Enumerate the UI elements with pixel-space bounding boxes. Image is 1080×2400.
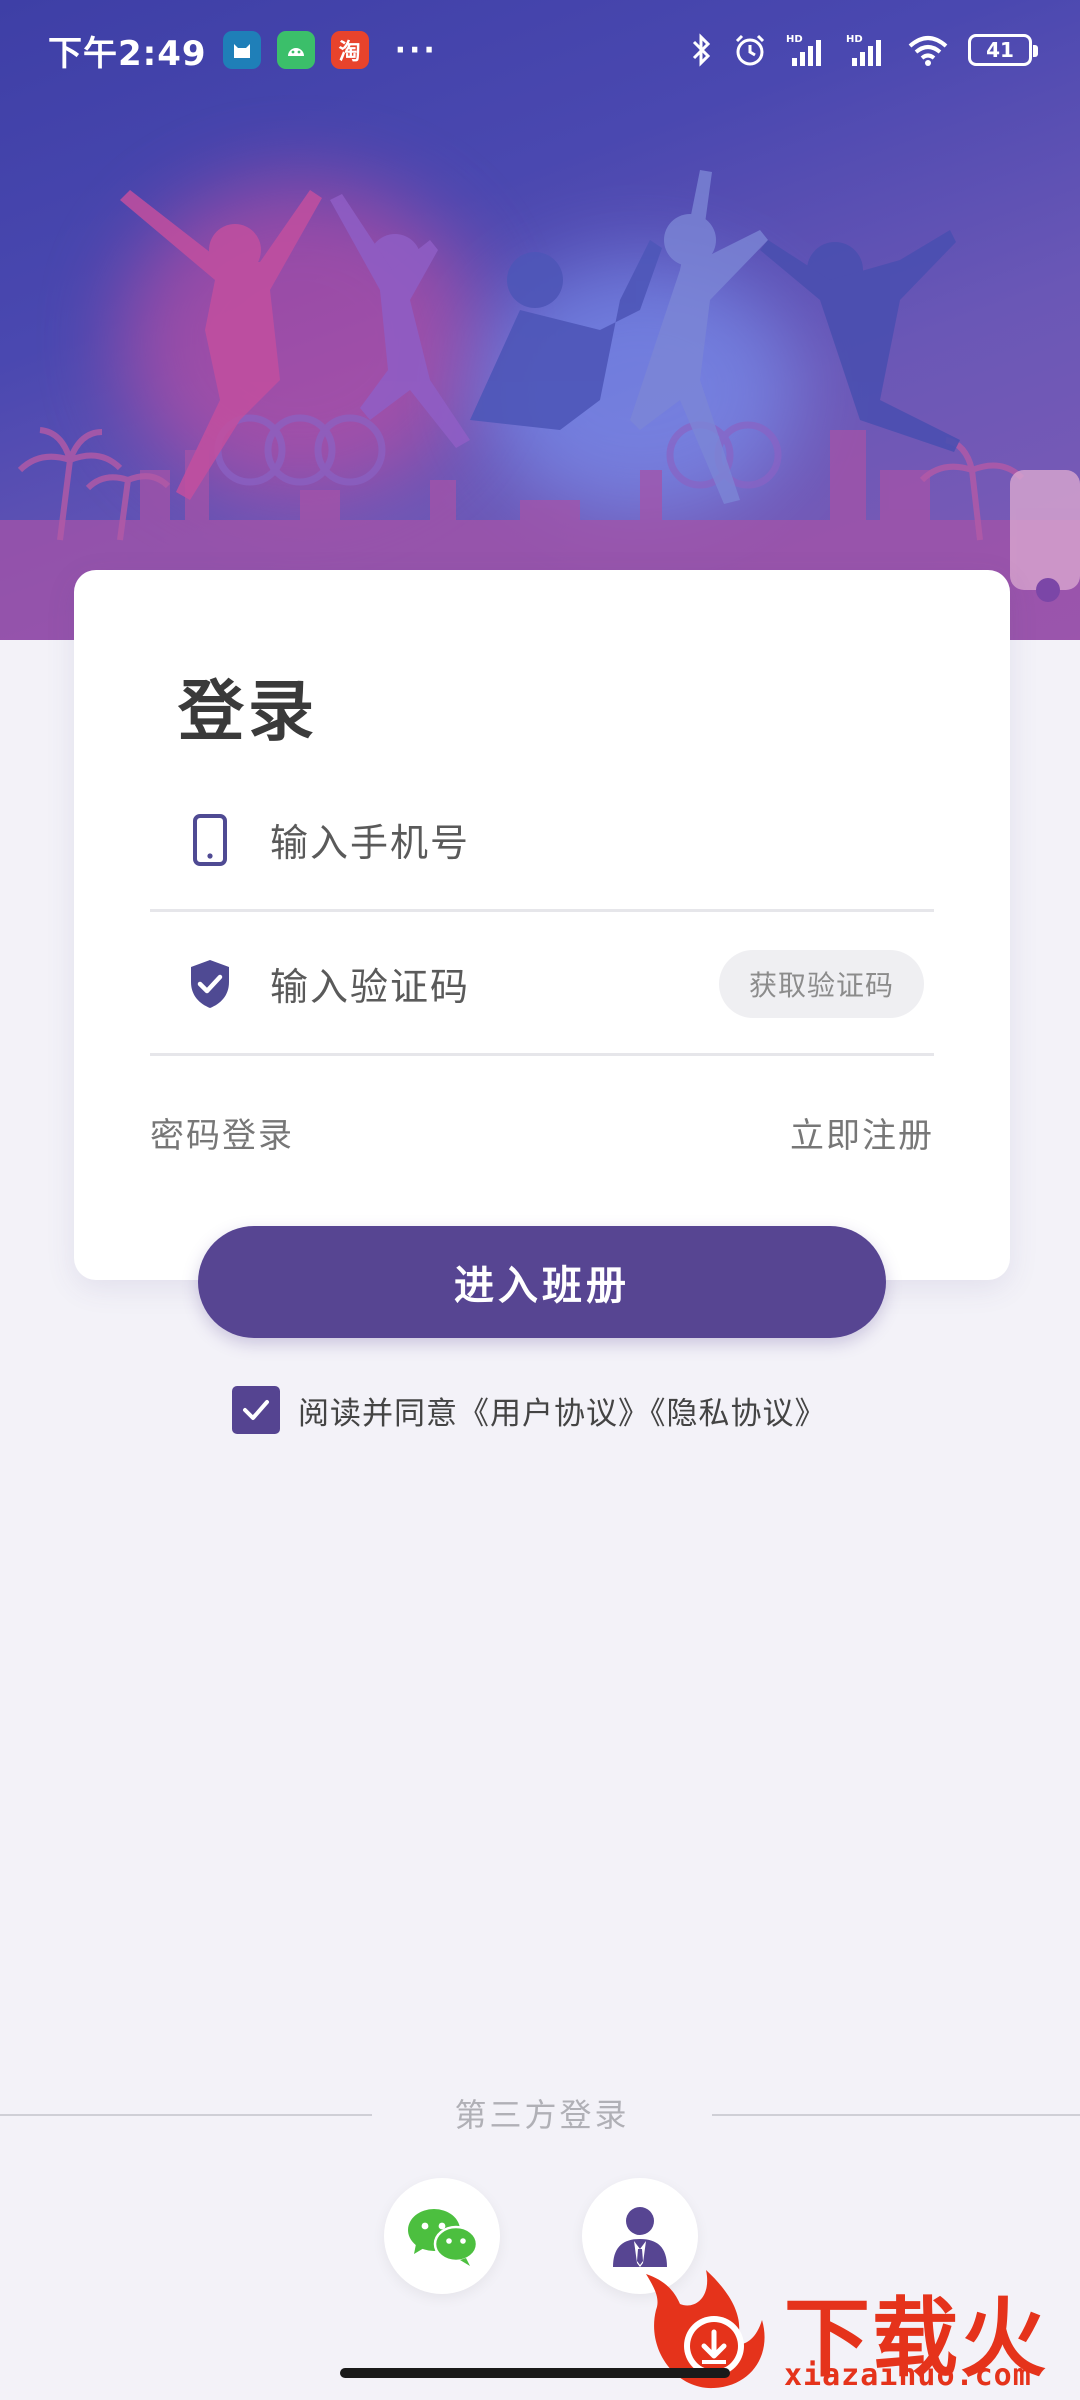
phone-field[interactable]: 输入手机号 — [150, 770, 934, 912]
more-notifications-icon: ··· — [394, 32, 438, 68]
register-link[interactable]: 立即注册 — [790, 1108, 934, 1157]
taobao-icon: 淘 — [330, 31, 369, 69]
phone-input[interactable]: 输入手机号 — [270, 812, 470, 867]
alarm-icon — [735, 34, 765, 66]
signal-hd-icon: HD — [786, 34, 821, 66]
login-card: 登录 输入手机号 输入验证码 获取验证码 密码登录 立即注册 — [74, 570, 1010, 1280]
phone-icon — [150, 813, 270, 867]
svg-text:HD: HD — [786, 34, 803, 45]
agreement-checkbox[interactable] — [232, 1386, 280, 1434]
battery-indicator: 41 — [968, 34, 1038, 66]
divider-left — [0, 2114, 372, 2116]
battery-level: 41 — [986, 38, 1014, 62]
svg-text:HD: HD — [846, 34, 863, 45]
code-field[interactable]: 输入验证码 获取验证码 — [150, 914, 934, 1056]
page-title: 登录 — [178, 673, 318, 750]
code-input[interactable]: 输入验证码 — [270, 956, 470, 1011]
watermark-domain: xiazaihuo.com — [784, 2358, 1032, 2393]
agreement-text[interactable]: 阅读并同意《用户协议》《隐私协议》 — [298, 1388, 827, 1433]
wechat-icon — [408, 2209, 479, 2266]
status-icons: HD HD 41 — [690, 32, 1038, 68]
shield-check-icon — [150, 958, 270, 1010]
check-icon — [243, 1400, 269, 1420]
third-party-label: 第三方登录 — [454, 2096, 630, 2134]
wifi-icon — [908, 36, 948, 66]
bluetooth-icon — [692, 33, 711, 67]
enter-button[interactable]: 进入班册 — [198, 1226, 886, 1338]
clock: 下午2:49 — [48, 33, 207, 74]
home-indicator[interactable] — [340, 2368, 730, 2378]
signal-hd-icon-2: HD — [846, 34, 881, 66]
password-login-link[interactable]: 密码登录 — [150, 1108, 294, 1157]
divider-right — [712, 2114, 1080, 2116]
agreement-row: 阅读并同意《用户协议》《隐私协议》 — [232, 1386, 827, 1434]
status-bar: 下午2:49 淘 ··· HD HD 41 — [0, 0, 1080, 100]
cat-app-icon — [222, 31, 261, 69]
wechat-login-button[interactable] — [384, 2178, 500, 2294]
get-code-button[interactable]: 获取验证码 — [718, 949, 924, 1018]
android-icon — [276, 31, 315, 69]
